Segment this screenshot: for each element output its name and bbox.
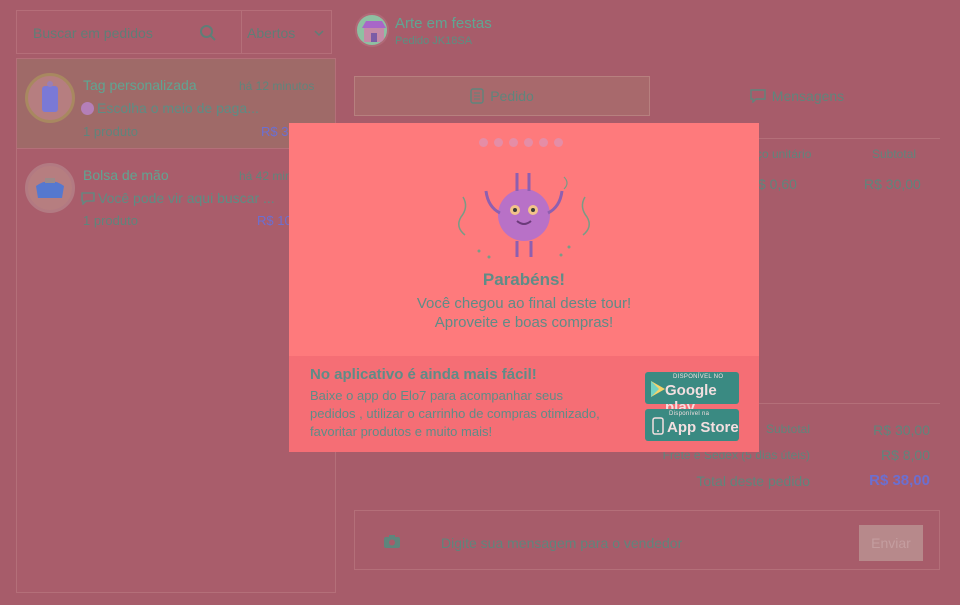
step-dot[interactable] [479,138,488,147]
unit-price-header: ço unitário [756,147,812,161]
conversation-item[interactable]: Bolsa de mão há 42 min Você pode vir aqu… [17,149,335,239]
store-name[interactable]: Arte em festas [395,15,492,32]
send-button[interactable]: Enviar [859,525,923,561]
total-amount: R$ 38,00 [869,472,930,489]
conversation-price: R$ 10 [257,213,292,228]
product-thumbnail [25,73,75,123]
tab-messages-label: Mensagens [771,88,845,104]
unit-price-value: $ 0,60 [758,176,797,192]
search-icon[interactable] [199,24,217,42]
modal-title: Parabéns! [482,270,566,289]
tag-product-image [42,81,58,112]
step-dot[interactable] [509,138,518,147]
conversation-list: Tag personalizada há 12 minutos Escolha … [16,58,336,593]
google-play-small: DISPONÍVEL NO [673,374,724,380]
store-header: Arte em festas Pedido JK18SA [336,10,944,54]
camera-icon[interactable] [383,534,401,549]
search-divider [241,11,242,53]
conversation-time: há 42 min [239,169,292,183]
step-dot[interactable] [524,138,533,147]
subtotal-label: Subtotal [765,422,810,436]
subtotal-header: Subtotal [872,147,917,161]
conversation-preview: Escolha o meio de paga... [81,100,259,116]
step-dot[interactable] [554,138,563,147]
subtotal-amount: R$ 30,00 [873,422,930,438]
app-promo-text: Baixe o app do Elo7 para acompanhar seus… [310,388,600,439]
conversation-price: R$ 3 [261,124,289,139]
search-bar: Buscar em pedidos Abertos [16,10,332,54]
chevron-down-icon[interactable] [313,27,325,39]
step-dot[interactable] [539,138,548,147]
app-store-button[interactable]: Disponível na App Store [645,409,739,441]
product-thumbnail [25,163,75,213]
subtotal-value: R$ 30,00 [864,176,921,192]
tour-modal: Parabéns! Você chegou ao final deste tou… [289,123,759,452]
conversation-title: Bolsa de mão [83,167,169,183]
conversation-preview: Você pode vir aqui buscar ... [81,190,275,206]
tab-order[interactable]: Pedido [354,76,650,116]
step-indicator [479,138,563,147]
message-icon [81,192,95,206]
app-store-small: Disponível na [669,411,710,417]
shipping-amount: R$ 8,00 [880,447,930,463]
conversation-title: Tag personalizada [83,77,197,93]
order-id: Pedido JK18SA [395,35,473,47]
message-composer: Digite sua mensagem para o vendedor Envi… [354,510,940,570]
conversation-time: há 12 minutos [239,79,315,93]
mascot-illustration [458,173,590,259]
modal-message-line-1: Você chegou ao final deste tour! [416,295,632,312]
search-input[interactable]: Buscar em pedidos [33,25,153,41]
receipt-icon [470,88,484,104]
tab-messages[interactable]: Mensagens [650,76,944,116]
preview-text: Você pode vir aqui buscar ... [98,190,275,206]
preview-text: Escolha o meio de paga... [97,100,259,116]
app-promo: No aplicativo é ainda mais fácil! Baixe … [289,356,759,452]
message-input[interactable]: Digite sua mensagem para o vendedor [441,535,682,551]
tab-order-label: Pedido [490,88,534,104]
app-store-big: App Store [667,419,739,436]
phone-icon [652,417,664,435]
app-promo-title: No aplicativo é ainda mais fácil! [310,366,537,383]
wave-divider [289,356,759,361]
google-play-button[interactable]: DISPONÍVEL NO Google play [645,372,739,416]
bag-product-image [36,178,64,198]
conversation-item[interactable]: Tag personalizada há 12 minutos Escolha … [17,59,335,149]
step-dot[interactable] [494,138,503,147]
product-count: 1 produto [83,124,138,139]
product-count: 1 produto [83,213,138,228]
message-icon [750,89,766,103]
status-filter[interactable]: Abertos [247,25,295,41]
store-avatar[interactable] [355,13,389,47]
modal-message-line-2: Aproveite e boas compras! [434,314,614,331]
total-label: Total deste pedido [696,473,810,489]
payment-icon [81,102,94,115]
shop-icon [362,21,386,42]
